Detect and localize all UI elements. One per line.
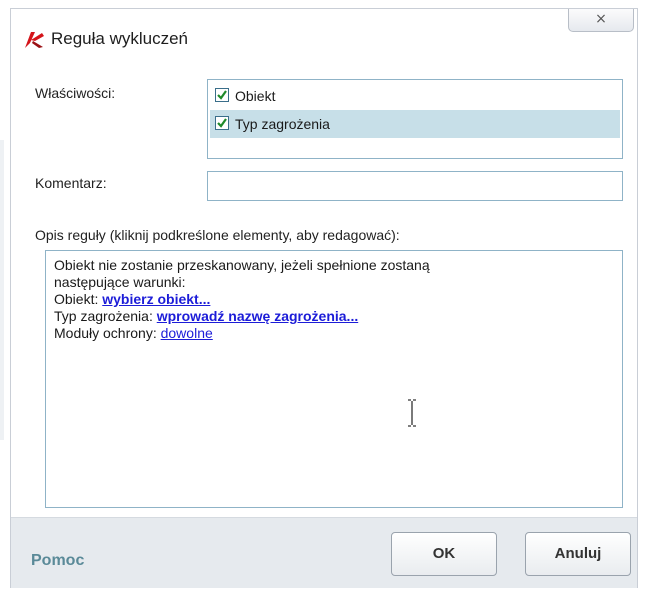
help-link[interactable]: Pomoc bbox=[31, 552, 84, 570]
threat-type-checkbox[interactable] bbox=[215, 116, 229, 130]
list-item-label: Typ zagrożenia bbox=[235, 116, 330, 132]
checkmark-icon bbox=[217, 118, 227, 128]
select-object-link[interactable]: wybierz obiekt... bbox=[102, 291, 210, 307]
properties-list[interactable]: Obiekt Typ zagrożenia bbox=[207, 79, 623, 159]
object-checkbox[interactable] bbox=[215, 88, 229, 102]
exclusion-rule-dialog: Reguła wykluczeń × Właściwości: Obiekt T… bbox=[10, 8, 638, 588]
modules-label: Moduły ochrony: bbox=[54, 325, 161, 341]
kaspersky-logo-icon bbox=[25, 32, 44, 48]
object-row: Obiekt: wybierz obiekt... bbox=[54, 291, 614, 308]
threat-label: Typ zagrożenia: bbox=[54, 308, 157, 324]
comment-input[interactable] bbox=[207, 171, 623, 201]
background-edge bbox=[0, 140, 4, 440]
comment-label: Komentarz: bbox=[35, 175, 107, 191]
protection-modules-link[interactable]: dowolne bbox=[161, 325, 213, 341]
description-label: Opis reguły (kliknij podkreślone element… bbox=[35, 227, 400, 243]
ok-button[interactable]: OK bbox=[391, 532, 497, 576]
enter-threat-name-link[interactable]: wprowadź nazwę zagrożenia... bbox=[157, 308, 358, 324]
modules-row: Moduły ochrony: dowolne bbox=[54, 325, 614, 342]
list-item-threat-type[interactable]: Typ zagrożenia bbox=[210, 110, 620, 138]
properties-label: Właściwości: bbox=[35, 85, 116, 101]
object-label: Obiekt: bbox=[54, 291, 103, 307]
list-item-label: Obiekt bbox=[235, 88, 276, 104]
rule-description-box[interactable]: Obiekt nie zostanie przeskanowany, jeżel… bbox=[45, 250, 623, 508]
text-cursor-icon bbox=[408, 399, 416, 427]
title-bar: Reguła wykluczeń × bbox=[11, 9, 637, 61]
cancel-button[interactable]: Anuluj bbox=[525, 532, 631, 576]
threat-row: Typ zagrożenia: wprowadź nazwę zagrożeni… bbox=[54, 308, 614, 325]
checkmark-icon bbox=[217, 90, 227, 100]
list-item-object[interactable]: Obiekt bbox=[210, 82, 620, 110]
close-button[interactable]: × bbox=[568, 9, 634, 32]
window-title: Reguła wykluczeń bbox=[51, 29, 189, 48]
description-line-2: następujące warunki: bbox=[54, 274, 186, 290]
description-line-1: Obiekt nie zostanie przeskanowany, jeżel… bbox=[54, 257, 430, 273]
